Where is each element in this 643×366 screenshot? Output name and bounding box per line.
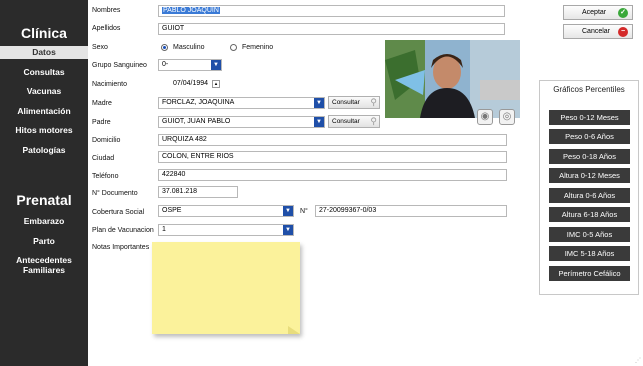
madre-value: FORCLAZ, JOAQUINA	[162, 99, 235, 106]
nombres-label: Nombres	[92, 7, 121, 14]
sidebar-item-parto[interactable]: Parto	[0, 236, 88, 247]
resize-grip-icon[interactable]: ⋰	[635, 357, 641, 364]
padre-select[interactable]: GUIOT, JUAN PABLO ▼	[158, 116, 325, 128]
consultar-padre-button[interactable]: Consultar ⚲	[328, 115, 380, 128]
grupo-sanguineo-value: 0-	[162, 61, 169, 68]
sexo-label: Sexo	[92, 44, 108, 51]
nacimiento-value: 07/04/1994	[173, 80, 209, 87]
numero-field[interactable]: 27-20099367-0/03	[315, 205, 507, 217]
cobertura-label: Cobertura Social	[92, 209, 145, 216]
domicilio-field[interactable]: URQUIZA 482	[158, 134, 507, 146]
cancel-icon: −	[618, 27, 628, 37]
plan-vacunacion-select[interactable]: 1 ▼	[158, 224, 294, 236]
apellidos-label: Apellidos	[92, 25, 121, 32]
altura-6-18-anos-button[interactable]: Altura 6-18 Años	[549, 207, 630, 222]
sidebar-item-hitos-motores[interactable]: Hitos motores	[0, 125, 88, 136]
chevron-down-icon: ▼	[283, 206, 293, 216]
chevron-down-icon: ▼	[283, 225, 293, 235]
nacimiento-field[interactable]: 07/04/1994 ▴	[158, 78, 222, 90]
aceptar-button[interactable]: Aceptar ✓	[563, 5, 633, 20]
percentiles-panel: Gráficos Percentiles Peso 0-12 Meses Pes…	[539, 80, 639, 295]
date-spinner-icon[interactable]: ▴	[212, 80, 220, 88]
plan-vacunacion-value: 1	[162, 226, 166, 233]
cobertura-select[interactable]: OSPE ▼	[158, 205, 294, 217]
madre-label: Madre	[92, 100, 112, 107]
nombres-value: PABLO JOAQUIN	[162, 7, 220, 14]
peso-0-18-anos-button[interactable]: Peso 0-18 Años	[549, 149, 630, 164]
altura-0-12-meses-button[interactable]: Altura 0-12 Meses	[549, 168, 630, 183]
plan-vacunacion-label: Plan de Vacunacion	[92, 227, 154, 234]
cobertura-value: OSPE	[162, 207, 182, 214]
sidebar-item-consultas[interactable]: Consultas	[0, 67, 88, 78]
webcam-icon[interactable]: ◎	[499, 109, 515, 125]
camera-icon[interactable]: ◉	[477, 109, 493, 125]
chevron-down-icon: ▼	[314, 117, 324, 127]
aceptar-label: Aceptar	[582, 9, 607, 16]
chevron-down-icon: ▼	[314, 98, 324, 108]
photo-image	[385, 40, 520, 118]
sidebar-item-embarazo[interactable]: Embarazo	[0, 216, 88, 227]
section-title-clinica: Clínica	[21, 25, 67, 41]
padre-label: Padre	[92, 119, 111, 126]
section-title-prenatal: Prenatal	[16, 192, 72, 208]
nacimiento-label: Nacimiento	[92, 81, 128, 88]
consultar-madre-label: Consultar	[332, 99, 360, 106]
grupo-sanguineo-label: Grupo Sanguineo	[92, 62, 147, 69]
apellidos-field[interactable]: GUIOT	[158, 23, 505, 35]
femenino-label: Femenino	[242, 44, 274, 51]
sidebar-item-alimentacion[interactable]: Alimentación	[0, 106, 88, 117]
madre-select[interactable]: FORCLAZ, JOAQUINA ▼	[158, 97, 325, 109]
consultar-padre-label: Consultar	[332, 118, 360, 125]
imc-0-5-anos-button[interactable]: IMC 0-5 Años	[549, 227, 630, 242]
sidebar: Clínica Datos Consultas Vacunas Alimenta…	[0, 0, 88, 366]
peso-0-6-anos-button[interactable]: Peso 0-6 Años	[549, 129, 630, 144]
masculino-label: Masculino	[173, 44, 205, 51]
numero-label: N°	[300, 208, 308, 215]
sidebar-item-antecedentes-familiares[interactable]: Antecedentes Familiares	[14, 255, 74, 275]
telefono-field[interactable]: 422840	[158, 169, 507, 181]
perimetro-cefalico-button[interactable]: Perímetro Cefálico	[549, 266, 630, 281]
documento-label: N° Documento	[92, 190, 138, 197]
domicilio-label: Domicilio	[92, 137, 121, 144]
grupo-sanguineo-select[interactable]: 0- ▼	[158, 59, 222, 71]
radio-masculino[interactable]	[161, 44, 168, 51]
sidebar-item-vacunas[interactable]: Vacunas	[0, 86, 88, 97]
ciudad-label: Ciudad	[92, 155, 115, 162]
altura-0-6-anos-button[interactable]: Altura 0-6 Años	[549, 188, 630, 203]
radio-femenino[interactable]	[230, 44, 237, 51]
search-icon: ⚲	[370, 116, 377, 126]
nombres-field[interactable]: PABLO JOAQUIN	[158, 5, 505, 17]
chevron-down-icon: ▼	[211, 60, 221, 70]
cancelar-label: Cancelar	[582, 28, 611, 35]
check-icon: ✓	[618, 8, 628, 18]
documento-field[interactable]: 37.081.218	[158, 186, 238, 198]
ciudad-field[interactable]: COLON, ENTRE RIOS	[158, 151, 507, 163]
peso-0-12-meses-button[interactable]: Peso 0-12 Meses	[549, 110, 630, 125]
padre-value: GUIOT, JUAN PABLO	[162, 118, 231, 125]
sidebar-item-patologias[interactable]: Patologías	[0, 145, 88, 156]
cancelar-button[interactable]: Cancelar −	[563, 24, 633, 39]
search-icon: ⚲	[370, 97, 377, 107]
notas-sticky-note[interactable]	[152, 242, 300, 334]
telefono-label: Teléfono	[92, 173, 119, 180]
notas-label: Notas Importantes	[92, 244, 150, 251]
imc-5-18-anos-button[interactable]: IMC 5-18 Años	[549, 246, 630, 261]
sidebar-item-datos[interactable]: Datos	[0, 46, 88, 59]
consultar-madre-button[interactable]: Consultar ⚲	[328, 96, 380, 109]
patient-photo	[385, 40, 520, 118]
percentiles-title: Gráficos Percentiles	[553, 85, 625, 94]
